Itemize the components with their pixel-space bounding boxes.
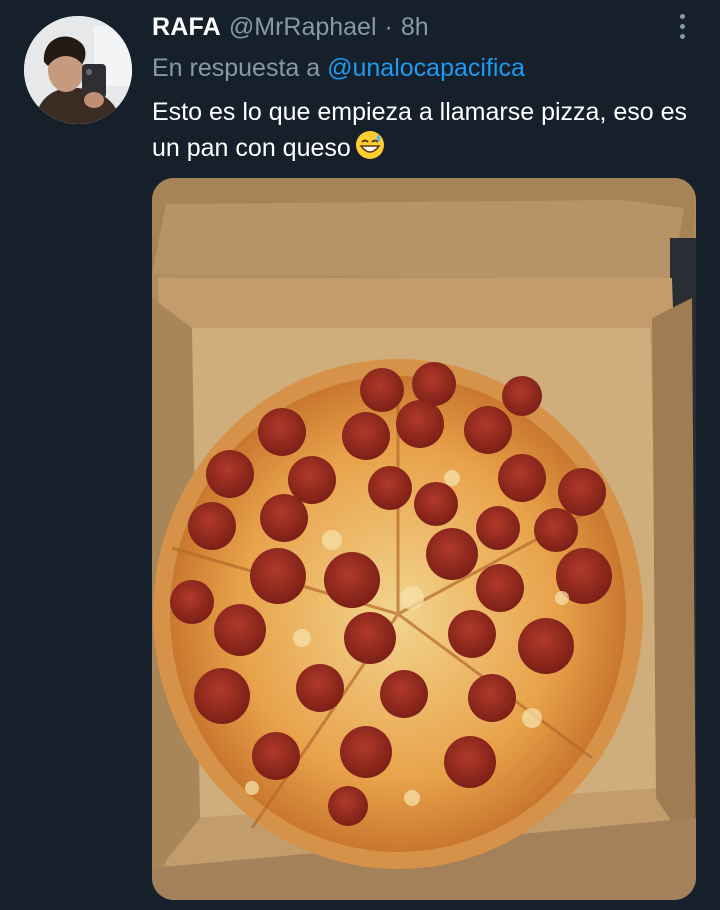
- tweet-body: Esto es lo que empieza a llamarse pizza,…: [152, 98, 687, 162]
- reply-prefix: En respuesta a: [152, 54, 321, 82]
- display-name[interactable]: RAFA: [152, 12, 221, 42]
- more-options-icon: [679, 13, 685, 19]
- pizza-image: [152, 178, 696, 900]
- avatar-image: [24, 16, 132, 124]
- reply-context: En respuesta a @unalocapacifica: [152, 52, 525, 84]
- separator-dot: ·: [384, 13, 393, 41]
- pizza-photo[interactable]: [152, 178, 696, 900]
- tweet[interactable]: RAFA @MrRaphael · 8h En respuesta a @una…: [0, 0, 720, 910]
- more-options-button[interactable]: [668, 10, 696, 42]
- user-handle[interactable]: @MrRaphael: [229, 12, 377, 42]
- timestamp[interactable]: 8h: [401, 12, 429, 42]
- reply-mention-link[interactable]: @unalocapacifica: [327, 54, 525, 82]
- tweet-text: Esto es lo que empieza a llamarse pizza,…: [152, 94, 702, 170]
- grinning-face-with-sweat-icon: [355, 130, 385, 170]
- tweet-header: RAFA @MrRaphael · 8h: [152, 12, 429, 42]
- avatar[interactable]: [24, 16, 132, 124]
